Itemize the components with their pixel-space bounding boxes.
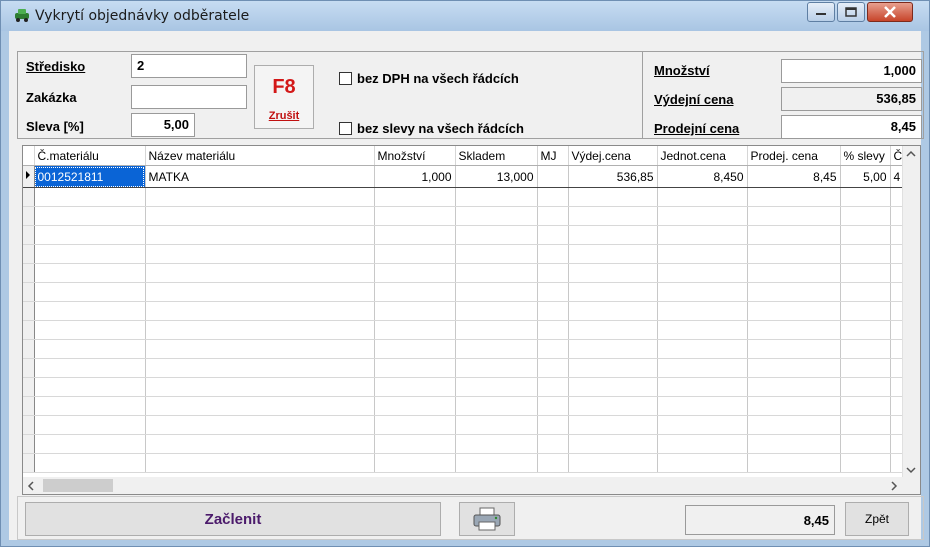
sleva-field[interactable]: 5,00	[131, 113, 195, 137]
maximize-icon	[845, 7, 857, 17]
column-header[interactable]: Skladem	[455, 146, 538, 166]
car-icon	[15, 9, 29, 22]
grid-cell[interactable]: 8,45	[747, 165, 841, 188]
table-row[interactable]	[23, 244, 907, 264]
table-row[interactable]	[23, 320, 907, 340]
chevron-right-icon[interactable]	[890, 481, 898, 491]
main-window: Vykrytí objednávky odběratele Středisko …	[0, 0, 930, 547]
title-bar[interactable]: Vykrytí objednávky odběratele	[1, 1, 929, 31]
vydejni-label: Výdejní cena	[654, 92, 734, 107]
grid-cell[interactable]: 5,00	[840, 165, 891, 188]
stredisko-field[interactable]: 2	[131, 54, 247, 78]
table-row[interactable]	[23, 339, 907, 359]
table-row[interactable]	[23, 396, 907, 416]
printer-icon	[473, 507, 501, 531]
vertical-scrollbar[interactable]	[902, 146, 920, 478]
print-button[interactable]	[459, 502, 515, 536]
minimize-icon	[816, 13, 826, 15]
zaclenit-label: Začlenit	[204, 510, 262, 528]
table-row[interactable]	[23, 263, 907, 283]
table-row[interactable]	[23, 434, 907, 454]
table-row[interactable]	[23, 377, 907, 397]
mnozstvi-label: Množství	[654, 63, 710, 78]
scroll-corner	[903, 477, 920, 494]
zpet-button[interactable]: Zpět	[845, 502, 909, 536]
window-title: Vykrytí objednávky odběratele	[35, 8, 250, 24]
grid-cell[interactable]: 536,85	[568, 165, 658, 188]
row-indicator	[23, 165, 35, 188]
grid-cell[interactable]: 13,000	[455, 165, 538, 188]
grid-cell[interactable]: 1,000	[374, 165, 456, 188]
table-row[interactable]: 0012521811 MATKA 1,000 13,000 536,85 8,4…	[23, 165, 907, 188]
client-area: Středisko 2 Zakázka Sleva [%] 5,00 F8 Zr…	[9, 31, 924, 540]
column-header[interactable]: MJ	[537, 146, 569, 166]
chevron-up-icon[interactable]	[906, 150, 916, 158]
zaclenit-button[interactable]: Začlenit	[25, 502, 441, 536]
prodejni-field[interactable]: 8,45	[781, 115, 922, 139]
prodejni-label: Prodejní cena	[654, 121, 740, 136]
table-row[interactable]	[23, 453, 907, 473]
stredisko-label: Středisko	[26, 59, 86, 74]
grid-cell[interactable]: MATKA	[145, 165, 375, 188]
table-row[interactable]	[23, 187, 907, 207]
zakazka-field[interactable]	[131, 85, 247, 109]
vydejni-field: 536,85	[781, 87, 922, 111]
column-header[interactable]: Množství	[374, 146, 456, 166]
bez-slevy-checkbox[interactable]: bez slevy na všech řádcích	[339, 121, 524, 136]
maximize-button[interactable]	[837, 2, 865, 22]
bez-dph-label: bez DPH na všech řádcích	[357, 71, 519, 86]
f8-key-label: F8	[272, 76, 296, 98]
column-header[interactable]: Jednot.cena	[657, 146, 748, 166]
sleva-label: Sleva [%]	[26, 119, 84, 134]
zrusit-label: Zrušit	[268, 110, 300, 122]
scroll-thumb[interactable]	[43, 479, 113, 492]
zpet-label: Zpět	[864, 512, 889, 526]
close-button[interactable]	[867, 2, 913, 22]
checkbox-box	[339, 72, 352, 85]
table-row[interactable]	[23, 206, 907, 226]
chevron-down-icon[interactable]	[906, 466, 916, 474]
table-row[interactable]	[23, 301, 907, 321]
close-icon	[884, 6, 896, 18]
grid-cell[interactable]	[537, 165, 569, 188]
column-header[interactable]: Název materiálu	[145, 146, 375, 166]
total-field: 8,45	[685, 505, 835, 535]
row-pointer-icon	[26, 171, 30, 179]
items-grid[interactable]: Č.materiálu Název materiálu Množství Skl…	[22, 145, 921, 495]
minimize-button[interactable]	[807, 2, 835, 22]
grid-header-row: Č.materiálu Název materiálu Množství Skl…	[23, 146, 907, 166]
grid-cell[interactable]: 0012521811	[34, 165, 146, 188]
zakazka-label: Zakázka	[26, 90, 77, 105]
checkbox-box	[339, 122, 352, 135]
chevron-left-icon[interactable]	[27, 481, 35, 491]
items-table: Č.materiálu Název materiálu Množství Skl…	[23, 146, 907, 473]
column-header[interactable]: % slevy	[840, 146, 891, 166]
horizontal-scrollbar[interactable]	[23, 477, 904, 494]
column-header[interactable]: Č.materiálu	[34, 146, 146, 166]
grid-cell[interactable]: 8,450	[657, 165, 748, 188]
zrusit-f8-button[interactable]: F8 Zrušit	[254, 65, 314, 129]
table-row[interactable]	[23, 225, 907, 245]
grid-body: 0012521811 MATKA 1,000 13,000 536,85 8,4…	[23, 165, 907, 473]
table-row[interactable]	[23, 415, 907, 435]
mnozstvi-field[interactable]: 1,000	[781, 59, 922, 83]
table-row[interactable]	[23, 282, 907, 302]
bez-dph-checkbox[interactable]: bez DPH na všech řádcích	[339, 71, 519, 86]
column-header[interactable]: Výdej.cena	[568, 146, 658, 166]
bez-slevy-label: bez slevy na všech řádcích	[357, 121, 524, 136]
table-row[interactable]	[23, 358, 907, 378]
column-header[interactable]: Prodej. cena	[747, 146, 841, 166]
